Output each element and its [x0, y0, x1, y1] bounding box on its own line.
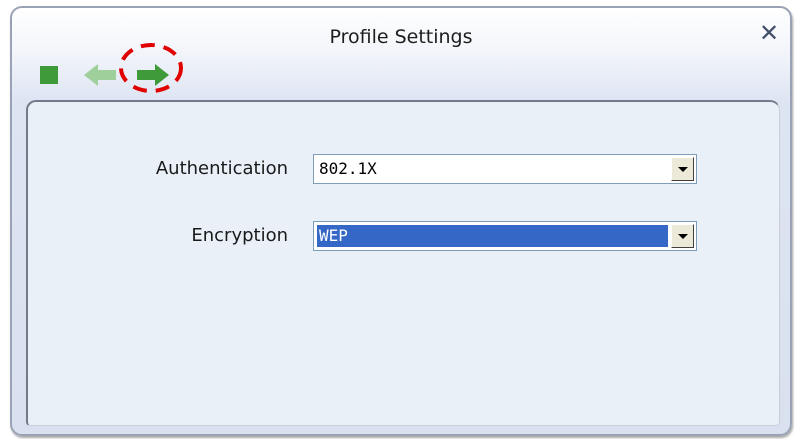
close-icon[interactable]: ✕ — [756, 20, 782, 46]
encryption-value: WEP — [316, 224, 669, 248]
stop-icon[interactable] — [40, 66, 58, 84]
chevron-down-icon[interactable] — [671, 224, 694, 248]
authentication-value: 802.1X — [319, 159, 377, 178]
chevron-down-icon[interactable] — [671, 157, 694, 181]
encryption-label: Encryption — [191, 225, 288, 246]
highlight-circle — [119, 43, 183, 93]
encryption-select[interactable]: WEP — [313, 221, 697, 251]
profile-settings-dialog: Profile Settings ✕ Authentication 802.1X… — [10, 6, 792, 436]
back-arrow-icon[interactable] — [82, 61, 118, 89]
authentication-select[interactable]: 802.1X — [313, 154, 697, 184]
authentication-label: Authentication — [155, 158, 288, 179]
settings-panel: Authentication 802.1X Encryption WEP — [26, 100, 780, 426]
